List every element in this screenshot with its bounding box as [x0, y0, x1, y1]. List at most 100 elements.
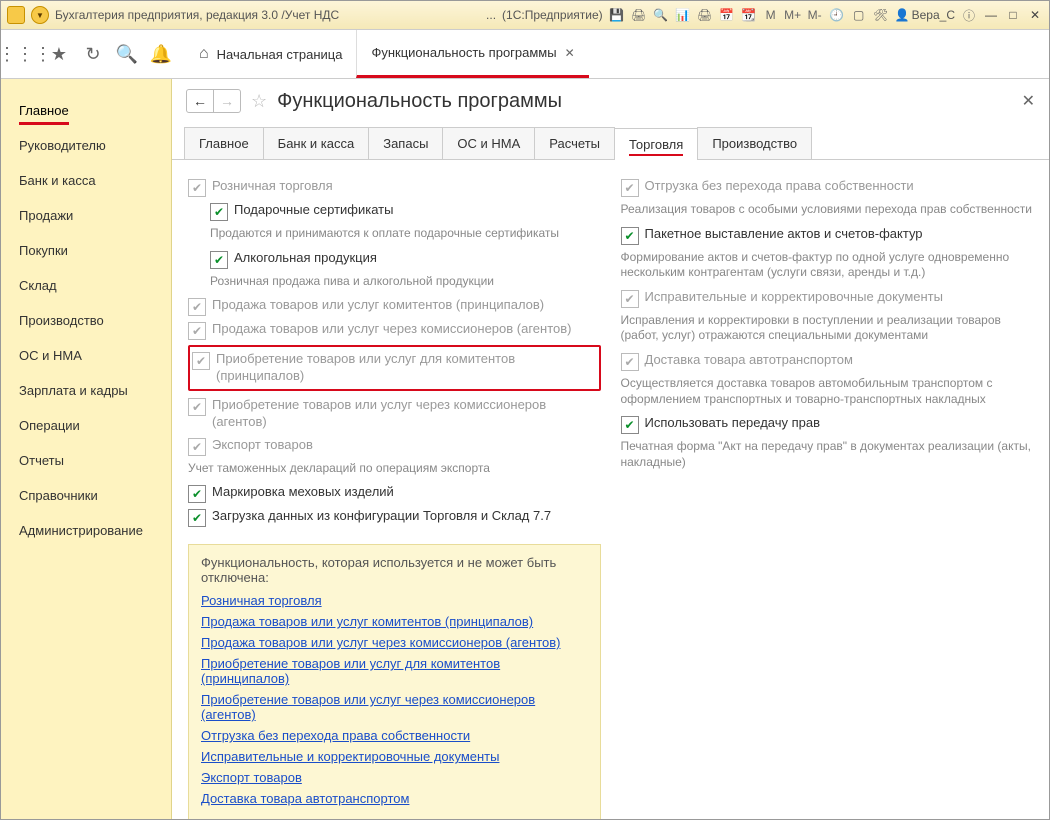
page-close-button[interactable]: ✕ [1022, 91, 1035, 111]
cb-sales-commitent: Продажа товаров или услуг комитентов (пр… [188, 297, 601, 315]
user-label[interactable]: 👤 Вера_С [895, 8, 955, 22]
checkbox-icon[interactable] [188, 509, 206, 527]
history-icon[interactable]: ↻ [83, 44, 103, 64]
sidebar-item-reports[interactable]: Отчеты [1, 443, 171, 478]
sidebar-item-bank[interactable]: Банк и касса [1, 163, 171, 198]
subtab-production[interactable]: Производство [697, 127, 812, 159]
preview-icon[interactable]: 🔍 [653, 7, 669, 23]
maximize-button[interactable]: □ [1005, 7, 1021, 23]
desc-export: Учет таможенных деклараций по операциям … [188, 461, 601, 477]
infobox-link[interactable]: Розничная торговля [201, 593, 588, 608]
checkbox-icon[interactable] [210, 203, 228, 221]
nav-forward-button[interactable]: → [213, 90, 240, 112]
infobox-link[interactable]: Отгрузка без перехода права собственност… [201, 728, 588, 743]
checkbox-icon [192, 352, 210, 370]
bell-icon[interactable]: 🔔 [151, 44, 171, 64]
print2-icon[interactable]: 🖨 [697, 7, 713, 23]
search-icon[interactable]: 🔍 [117, 44, 137, 64]
sidebar-item-manager[interactable]: Руководителю [1, 128, 171, 163]
sidebar-item-production[interactable]: Производство [1, 303, 171, 338]
clock-icon[interactable]: 🕘 [829, 7, 845, 23]
minimize-button[interactable]: — [983, 7, 999, 23]
cb-batch-acts[interactable]: Пакетное выставление актов и счетов-факт… [621, 226, 1034, 244]
tool-icon[interactable]: 🛠 [873, 7, 889, 23]
sidebar-item-purchases[interactable]: Покупки [1, 233, 171, 268]
mminus-icon[interactable]: M- [807, 7, 823, 23]
pane: Розничная торговля Подарочные сертификат… [172, 160, 1049, 819]
infobox-link[interactable]: Продажа товаров или услуг комитентов (пр… [201, 614, 588, 629]
infobox-link[interactable]: Доставка товара автотранспортом [201, 791, 588, 806]
checkbox-icon[interactable] [188, 485, 206, 503]
favorite-icon[interactable]: ★ [49, 44, 69, 64]
cb-gift-certs[interactable]: Подарочные сертификаты [210, 202, 601, 220]
cb-purchase-commitent: Приобретение товаров или услуг для комит… [192, 351, 595, 385]
desc-auto-delivery: Осуществляется доставка товаров автомоби… [621, 376, 1034, 407]
cb-shipment-no-transfer: Отгрузка без перехода права собственност… [621, 178, 1034, 196]
cb-rights-transfer[interactable]: Использовать передачу прав [621, 415, 1034, 433]
cb-fur-marking[interactable]: Маркировка меховых изделий [188, 484, 601, 502]
sidebar-item-payroll[interactable]: Зарплата и кадры [1, 373, 171, 408]
m-icon[interactable]: M [763, 7, 779, 23]
sidebar-item-operations[interactable]: Операции [1, 408, 171, 443]
save-icon[interactable]: 💾 [609, 7, 625, 23]
infobox-link[interactable]: Приобретение товаров или услуг через ком… [201, 692, 588, 722]
favorite-toggle-icon[interactable]: ☆ [251, 91, 267, 112]
nav-back-button[interactable]: ← [187, 90, 213, 112]
cb-auto-delivery: Доставка товара автотранспортом [621, 352, 1034, 370]
titlebar: ▼ Бухгалтерия предприятия, редакция 3.0 … [1, 1, 1049, 30]
titlebar-right: ... (1С:Предприятие) 💾 🖨 🔍 📊 🖨 📅 📆 M M+ … [486, 7, 1043, 23]
checkbox-icon [188, 179, 206, 197]
subtab-calc[interactable]: Расчеты [534, 127, 615, 159]
sidebar-item-references[interactable]: Справочники [1, 478, 171, 513]
sidebar-item-main[interactable]: Главное [1, 93, 171, 128]
checkbox-icon [621, 290, 639, 308]
subtab-inventory[interactable]: Запасы [368, 127, 443, 159]
checkbox-icon [188, 298, 206, 316]
home-icon: ⌂ [199, 45, 209, 63]
cb-export: Экспорт товаров [188, 437, 601, 455]
checkbox-icon[interactable] [621, 416, 639, 434]
desc-alcohol: Розничная продажа пива и алкогольной про… [210, 274, 601, 290]
subtabs: Главное Банк и касса Запасы ОС и НМА Рас… [172, 127, 1049, 160]
infobox-link[interactable]: Приобретение товаров или услуг для комит… [201, 656, 588, 686]
subtab-os-nma[interactable]: ОС и НМА [442, 127, 535, 159]
title-truncated: ... [486, 8, 496, 22]
tab-home[interactable]: ⌂ Начальная страница [185, 30, 356, 78]
tab-functionality-label: Функциональность программы [371, 45, 556, 60]
subtab-main[interactable]: Главное [184, 127, 264, 159]
calc-icon[interactable]: 📊 [675, 7, 691, 23]
sidebar-item-os-nma[interactable]: ОС и НМА [1, 338, 171, 373]
app-window: ▼ Бухгалтерия предприятия, редакция 3.0 … [0, 0, 1050, 820]
cb-import-ts77[interactable]: Загрузка данных из конфигурации Торговля… [188, 508, 601, 526]
checkbox-icon[interactable] [210, 251, 228, 269]
sidebar-item-warehouse[interactable]: Склад [1, 268, 171, 303]
subtab-bank[interactable]: Банк и касса [263, 127, 370, 159]
info-icon[interactable]: ⓘ [961, 7, 977, 23]
calendar2-icon[interactable]: 📆 [741, 7, 757, 23]
sidebar-item-sales[interactable]: Продажи [1, 198, 171, 233]
dropdown-icon[interactable]: ▼ [31, 6, 49, 24]
page-title: Функциональность программы [277, 90, 562, 113]
subtab-trade[interactable]: Торговля [614, 128, 698, 160]
infobox-link[interactable]: Экспорт товаров [201, 770, 588, 785]
content: ← → ☆ Функциональность программы ✕ Главн… [172, 79, 1049, 819]
cb-alcohol[interactable]: Алкогольная продукция [210, 250, 601, 268]
infobox-link[interactable]: Исправительные и корректировочные докуме… [201, 749, 588, 764]
tab-host: ⌂ Начальная страница Функциональность пр… [185, 30, 589, 78]
checkbox-icon [188, 398, 206, 416]
calendar-icon[interactable]: 📅 [719, 7, 735, 23]
body: Главное Руководителю Банк и касса Продаж… [1, 79, 1049, 819]
close-button[interactable]: ✕ [1027, 7, 1043, 23]
sidebar-item-admin[interactable]: Администрирование [1, 513, 171, 548]
apps-icon[interactable]: ⋮⋮⋮ [15, 44, 35, 64]
tab-functionality[interactable]: Функциональность программы ✕ [356, 30, 588, 78]
tab-close-icon[interactable]: ✕ [565, 46, 575, 60]
infobox-link[interactable]: Продажа товаров или услуг через комиссио… [201, 635, 588, 650]
print-icon[interactable]: 🖨 [631, 7, 647, 23]
left-column: Розничная торговля Подарочные сертификат… [188, 172, 601, 807]
topbar: ⋮⋮⋮ ★ ↻ 🔍 🔔 ⌂ Начальная страница Функцио… [1, 30, 1049, 79]
panel-icon[interactable]: ▢ [851, 7, 867, 23]
checkbox-icon[interactable] [621, 227, 639, 245]
desc-gift-certs: Продаются и принимаются к оплате подароч… [210, 226, 601, 242]
mplus-icon[interactable]: M+ [785, 7, 801, 23]
